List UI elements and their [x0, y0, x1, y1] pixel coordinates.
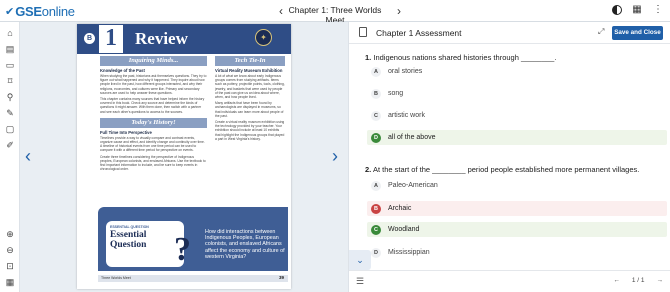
left-toolbar: ⌂ ▤ ▭ ⌑ ⚲ ✎ ▢ ✐ ⊕ ⊖ ⊡ ▦ [0, 22, 20, 292]
pager-count: 1 / 1 [631, 277, 645, 284]
option-text: Paleo-American [388, 182, 438, 189]
option-text: song [388, 90, 404, 97]
question-mark-icon: ? [174, 231, 191, 268]
option-letter: D [371, 247, 381, 258]
fit-page-icon[interactable]: ⊡ [4, 260, 16, 272]
question-2-text: At the start of the ________ period peop… [372, 165, 640, 174]
state-seal-icon: ✦ [255, 29, 272, 46]
question-1-text: Indigenous nations shared histories thro… [373, 53, 557, 62]
assessment-panel: Chapter 1 Assessment ⤢ Save and Close 1.… [348, 22, 670, 292]
next-question-icon[interactable]: → [657, 277, 664, 284]
question-1: 1. Indigenous nations shared histories t… [365, 53, 556, 62]
eq-small-label: ESSENTIAL QUESTION [110, 225, 149, 229]
bookmark-icon[interactable]: ⌑ [4, 75, 16, 87]
highlighter-icon[interactable]: ✐ [4, 139, 16, 151]
tech-text-3: Create a virtual reality museum exhibiti… [215, 120, 285, 141]
eq-big-label: Essential Question [110, 230, 147, 250]
more-vert-icon[interactable]: ⋮ [652, 4, 664, 16]
gse-logo[interactable]: ✔ GSE online [5, 3, 75, 19]
option-letter: B [371, 88, 381, 99]
panel-title: Chapter 1 Assessment [376, 28, 462, 38]
left-column: Inquiring Minds... Knowledge of the Past… [100, 56, 207, 171]
top-bar: ✔ GSE online ‹ Chapter 1: Three Worlds M… [0, 0, 670, 25]
thumbnails-icon[interactable]: ▦ [4, 276, 16, 288]
home-icon[interactable]: ⌂ [4, 27, 16, 39]
section-badge: B [84, 33, 95, 44]
panel-footer: ☰ ← 1 / 1 → [349, 270, 670, 292]
question-1-number: 1. [365, 53, 372, 62]
history-text-2: Create three timelines considering the p… [100, 154, 206, 172]
page-header: B 1 Review ✦ [77, 24, 291, 54]
q2-option-d[interactable]: D Mississippian [367, 245, 667, 260]
option-letter: A [371, 66, 381, 77]
zoom-out-icon[interactable]: ⊖ [4, 244, 16, 256]
next-chapter-icon[interactable]: › [392, 3, 406, 19]
zoom-in-icon[interactable]: ⊕ [4, 228, 16, 240]
page-number: 39 [278, 275, 284, 280]
option-text: artistic work [388, 112, 425, 119]
tech-text-1: A lot of what we know about early Indige… [215, 74, 285, 100]
save-and-close-button[interactable]: Save and Close [612, 26, 663, 40]
essential-question-box: ESSENTIAL QUESTION Essential Question ? … [98, 207, 288, 271]
q2-option-a[interactable]: A Paleo-American [367, 178, 667, 193]
option-text: Mississippian [388, 249, 430, 256]
option-letter: A [371, 180, 381, 191]
option-text: oral stories [388, 68, 423, 75]
review-heading: Review [135, 29, 188, 48]
q2-option-b[interactable]: B Archaic [367, 201, 667, 216]
option-text: Woodland [388, 226, 420, 233]
option-letter: C [371, 110, 381, 121]
inquiring-heading: Inquiring Minds... [100, 56, 207, 66]
app-window: ✔ GSE online ‹ Chapter 1: Three Worlds M… [0, 0, 670, 292]
inquiring-subheading: Knowledge of the Past [100, 68, 145, 73]
option-letter: B [371, 203, 381, 214]
prev-page-icon[interactable]: ‹ [25, 146, 31, 167]
right-column: Tech Tie-In Virtual Reality Museum Exhib… [215, 56, 285, 141]
grid-icon[interactable]: ▦ [631, 4, 643, 16]
search-icon[interactable]: ⚲ [4, 91, 16, 103]
book-icon[interactable]: ▤ [4, 43, 16, 55]
note-icon[interactable]: ▢ [4, 123, 16, 135]
q2-option-c[interactable]: C Woodland [367, 222, 667, 237]
page-footer: Three Worlds Meet 39 [98, 275, 288, 282]
inquiring-text-2: This chapter contains many sources that … [100, 97, 205, 114]
logo-gse-text: GSE [15, 3, 42, 19]
chapter-block: 1 [99, 25, 123, 53]
expand-icon[interactable]: ⤢ [598, 27, 604, 37]
chapter-number: 1 [105, 25, 117, 51]
pen-icon[interactable]: ✎ [4, 107, 16, 119]
history-heading: Today's History! [100, 117, 207, 128]
history-text-1: Timelines provide a way to visually comp… [100, 135, 205, 153]
panel-header: Chapter 1 Assessment ⤢ Save and Close [349, 22, 670, 44]
question-2-number: 2. [365, 165, 372, 174]
footer-label: Three Worlds Meet [101, 276, 131, 280]
option-letter: C [371, 224, 381, 235]
q1-option-a[interactable]: A oral stories [367, 64, 667, 79]
tech-text-2: Many artifacts that have been found by a… [215, 101, 284, 118]
tech-subheading: Virtual Reality Museum Exhibition [215, 68, 283, 73]
comment-icon[interactable]: ▭ [4, 59, 16, 71]
essential-question-text: How did interactions between Indigenous … [205, 229, 285, 260]
question-2: 2. At the start of the ________ period p… [365, 165, 639, 174]
pager: ← 1 / 1 → [613, 277, 663, 284]
option-letter: D [371, 132, 381, 143]
inquiring-text-1: When studying the past, historians ask t… [100, 74, 207, 95]
q1-option-b[interactable]: B song [367, 86, 667, 101]
history-subheading: Full Time Into Perspective [100, 129, 152, 135]
list-menu-icon[interactable]: ☰ [356, 276, 364, 287]
q1-option-d[interactable]: D all of the above [367, 130, 667, 145]
contrast-icon[interactable] [612, 5, 622, 15]
option-text: all of the above [388, 134, 436, 141]
logo-online-text: online [41, 3, 75, 19]
document-icon [359, 27, 367, 37]
next-page-icon[interactable]: › [332, 146, 338, 167]
book-page: B 1 Review ✦ Inquiring Minds... Knowledg… [77, 24, 291, 289]
logo-check-icon: ✔ [5, 5, 15, 18]
option-text: Archaic [388, 205, 412, 212]
tech-heading: Tech Tie-In [215, 56, 285, 66]
q1-option-c[interactable]: C artistic work [367, 108, 667, 123]
prev-question-icon[interactable]: ← [613, 277, 620, 284]
collapse-chevron-icon[interactable]: ⌄ [349, 250, 371, 270]
essential-question-badge: ESSENTIAL QUESTION Essential Question ? [106, 221, 191, 268]
